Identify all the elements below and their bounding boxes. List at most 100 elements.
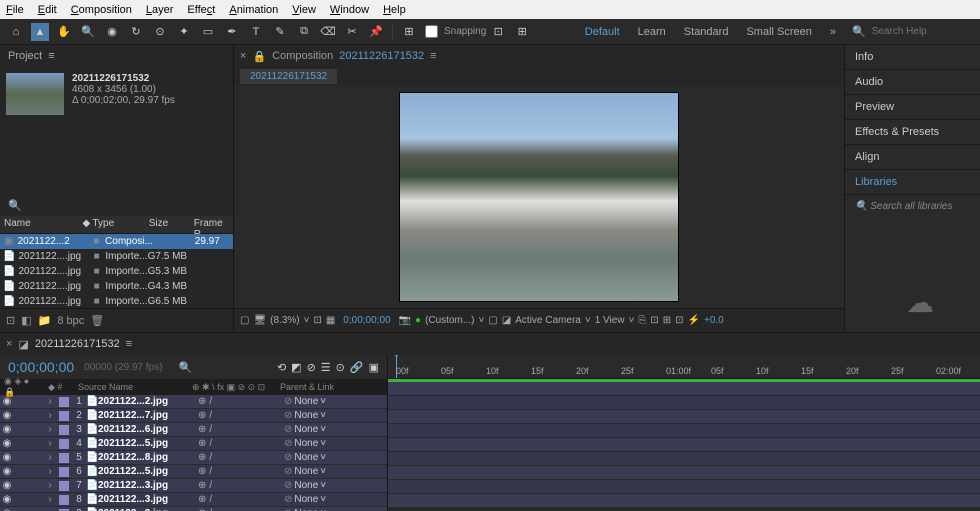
layer-row[interactable]: ◉›4📄2021122...5.jpg⊕/⊘None˅ bbox=[0, 437, 387, 451]
panel-libraries[interactable]: Libraries bbox=[845, 170, 980, 195]
track-bar[interactable] bbox=[388, 466, 980, 480]
delete-icon[interactable]: 🗑 bbox=[90, 314, 104, 327]
camera-tool-icon[interactable]: ⊙ bbox=[151, 23, 169, 41]
zoom-tool-icon[interactable]: 🔍 bbox=[79, 23, 97, 41]
bpc-label[interactable]: 8 bpc bbox=[57, 315, 84, 327]
col-size[interactable]: Size bbox=[145, 216, 190, 233]
local-axis-icon[interactable]: ⊞ bbox=[400, 23, 418, 41]
snap-grid-icon[interactable]: ⊞ bbox=[513, 23, 531, 41]
track-bar[interactable] bbox=[388, 410, 980, 424]
menu-composition[interactable]: Composition bbox=[71, 4, 132, 16]
safe-zones-icon[interactable]: ⊞ bbox=[663, 315, 671, 326]
always-preview-icon[interactable]: ▢ bbox=[240, 315, 249, 326]
orbit-tool-icon[interactable]: ◉ bbox=[103, 23, 121, 41]
panel-align[interactable]: Align bbox=[845, 145, 980, 170]
channel-icon[interactable]: ● bbox=[415, 315, 421, 326]
3d-icon[interactable]: ◪ bbox=[502, 315, 511, 326]
menu-layer[interactable]: Layer bbox=[146, 4, 174, 16]
col-label-icon[interactable]: ◆ bbox=[78, 216, 88, 233]
timeline-close-icon[interactable]: × bbox=[6, 338, 12, 350]
roto-tool-icon[interactable]: ✂ bbox=[343, 23, 361, 41]
camera-select[interactable]: Active Camera bbox=[515, 315, 581, 326]
pan-behind-tool-icon[interactable]: ✦ bbox=[175, 23, 193, 41]
puppet-tool-icon[interactable]: 📌 bbox=[367, 23, 385, 41]
motion-blur-icon[interactable]: ⊘ bbox=[307, 361, 316, 374]
workspace-overflow-icon[interactable]: » bbox=[830, 26, 836, 38]
comp-name-link[interactable]: 20211226171532 bbox=[339, 50, 424, 62]
workspace-learn[interactable]: Learn bbox=[638, 26, 666, 38]
layer-row[interactable]: ◉›7📄2021122...3.jpg⊕/⊘None˅ bbox=[0, 479, 387, 493]
timeline-search-icon[interactable]: 🔍 bbox=[179, 361, 193, 374]
menu-file[interactable]: File bbox=[6, 4, 24, 16]
layer-row[interactable]: ◉›8📄2021122...3.jpg⊕/⊘None˅ bbox=[0, 493, 387, 507]
viewer[interactable] bbox=[234, 86, 844, 308]
brain-icon[interactable]: ⊙ bbox=[336, 361, 345, 374]
close-tab-icon[interactable]: × bbox=[240, 50, 246, 62]
search-help[interactable]: 🔍 bbox=[846, 23, 976, 40]
layer-col-source[interactable]: Source Name bbox=[74, 379, 188, 395]
asset-row[interactable]: 📄2021122....jpg■Importe...G6.5 MB bbox=[0, 294, 233, 308]
res-icon[interactable]: ⊡ bbox=[313, 315, 321, 326]
link-icon[interactable]: 🔗 bbox=[350, 361, 364, 374]
layer-row[interactable]: ◉›1📄2021122...2.jpg⊕/⊘None˅ bbox=[0, 395, 387, 409]
track-bar[interactable] bbox=[388, 438, 980, 452]
workspace-standard[interactable]: Standard bbox=[684, 26, 729, 38]
render-icon[interactable]: ▣ bbox=[369, 361, 379, 374]
shy-icon[interactable]: ⟲ bbox=[277, 361, 286, 374]
snapshot-icon[interactable]: 📷 bbox=[399, 315, 411, 326]
asset-row[interactable]: 📄2021122....jpg■Importe...G4.3 MB bbox=[0, 279, 233, 294]
pixel-aspect-icon[interactable]: ⊡ bbox=[675, 315, 683, 326]
layer-row[interactable]: ◉›2📄2021122...7.jpg⊕/⊘None˅ bbox=[0, 409, 387, 423]
asset-row[interactable]: ▣2021122...2■Composi...29.97 bbox=[0, 234, 233, 249]
search-help-input[interactable] bbox=[872, 26, 962, 37]
menu-view[interactable]: View bbox=[292, 4, 316, 16]
menu-edit[interactable]: Edit bbox=[38, 4, 57, 16]
col-framerate[interactable]: Frame R... bbox=[190, 216, 233, 233]
layer-row[interactable]: ◉›5📄2021122...8.jpg⊕/⊘None˅ bbox=[0, 451, 387, 465]
layer-row[interactable]: ◉›9📄2021122...3.jpg⊕/⊘None˅ bbox=[0, 507, 387, 511]
graph-icon[interactable]: ☰ bbox=[321, 361, 331, 374]
new-comp-icon[interactable]: ◧ bbox=[21, 314, 31, 327]
track-bar[interactable] bbox=[388, 396, 980, 410]
snapping-checkbox[interactable] bbox=[425, 25, 438, 38]
asset-row[interactable]: 📄2021122....jpg■Importe...G7.5 MB bbox=[0, 249, 233, 264]
panel-menu-icon[interactable]: ≡ bbox=[48, 50, 54, 62]
col-type[interactable]: Type bbox=[88, 216, 144, 233]
share-icon[interactable]: ⎘ bbox=[638, 315, 646, 326]
transparency-grid-icon[interactable]: ▦ bbox=[326, 315, 335, 326]
menu-effect[interactable]: Effect bbox=[187, 4, 215, 16]
frame-blend-icon[interactable]: ◩ bbox=[291, 361, 301, 374]
exposure-value[interactable]: +0.0 bbox=[704, 315, 724, 326]
menu-window[interactable]: Window bbox=[330, 4, 369, 16]
tab-menu-icon[interactable]: ≡ bbox=[430, 50, 436, 62]
viewer-timecode[interactable]: 0;00;00;00 bbox=[343, 315, 390, 326]
track-bar[interactable] bbox=[388, 452, 980, 466]
workspace-small[interactable]: Small Screen bbox=[746, 26, 811, 38]
views-select[interactable]: 1 View bbox=[595, 315, 625, 326]
eraser-tool-icon[interactable]: ⌫ bbox=[319, 23, 337, 41]
layer-col-parent[interactable]: Parent & Link bbox=[276, 379, 338, 395]
track-bar[interactable] bbox=[388, 424, 980, 438]
panel-info[interactable]: Info bbox=[845, 45, 980, 70]
zoom-select[interactable]: (8.3%) bbox=[270, 315, 299, 326]
track-bar[interactable] bbox=[388, 480, 980, 494]
interpret-icon[interactable]: ⊡ bbox=[6, 314, 15, 327]
project-search-icon[interactable]: 🔍 bbox=[8, 200, 22, 212]
timeline-tab-menu-icon[interactable]: ≡ bbox=[126, 338, 132, 350]
home-icon[interactable]: ⌂ bbox=[7, 23, 25, 41]
mask-select[interactable]: (Custom...) bbox=[425, 315, 474, 326]
track-bar[interactable] bbox=[388, 494, 980, 508]
hand-tool-icon[interactable]: ✋ bbox=[55, 23, 73, 41]
lock-icon[interactable]: 🔒 bbox=[252, 50, 266, 63]
new-folder-icon[interactable]: 📁 bbox=[38, 314, 52, 327]
type-tool-icon[interactable]: T bbox=[247, 23, 265, 41]
guide-icon[interactable]: ⊡ bbox=[650, 315, 658, 326]
rotate-tool-icon[interactable]: ↻ bbox=[127, 23, 145, 41]
view-icon[interactable]: ▢ bbox=[488, 315, 497, 326]
timeline-tab-name[interactable]: 20211226171532 bbox=[35, 338, 120, 350]
panel-audio[interactable]: Audio bbox=[845, 70, 980, 95]
workspace-default[interactable]: Default bbox=[585, 26, 620, 38]
clone-tool-icon[interactable]: ⧉ bbox=[295, 23, 313, 41]
display-icon[interactable]: 🖥 bbox=[253, 315, 266, 326]
track-bar[interactable] bbox=[388, 382, 980, 396]
